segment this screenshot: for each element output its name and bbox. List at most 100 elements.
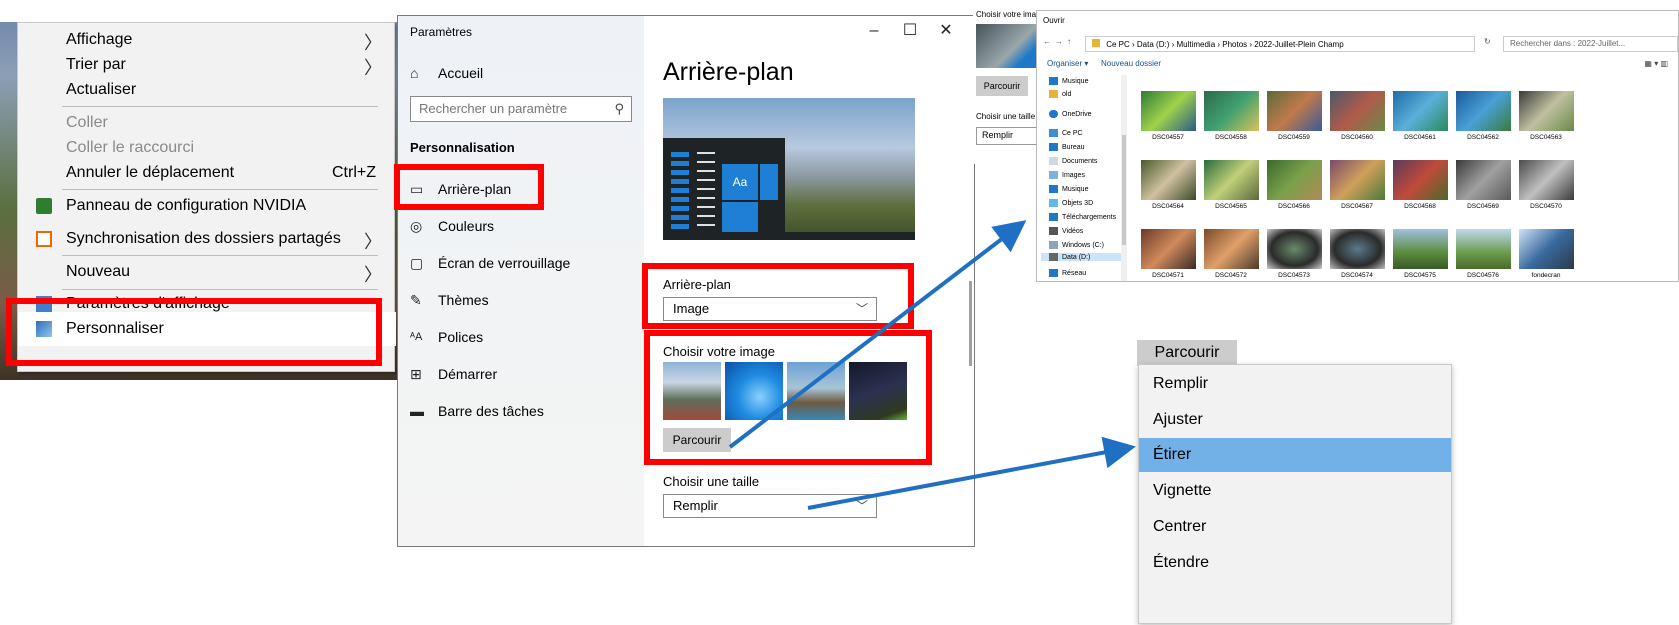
photo-thumbnail[interactable] [1456, 229, 1511, 269]
menu-item-annuler-deplacement[interactable]: Annuler le déplacement Ctrl+Z [18, 156, 396, 190]
photo-thumbnail[interactable] [1393, 160, 1448, 200]
menu-item-nvidia[interactable]: Panneau de configuration NVIDIA [18, 189, 396, 223]
nav-polices[interactable]: ᴬA Polices [410, 320, 640, 354]
minimize-button[interactable]: – [856, 22, 892, 40]
tree-item[interactable]: Windows (C:) [1049, 241, 1104, 249]
option-etendre[interactable]: Étendre [1139, 546, 1451, 580]
photo-thumbnail[interactable] [1141, 229, 1196, 269]
address-bar[interactable]: Ce PC › Data (D:) › Multimedia › Photos … [1085, 36, 1475, 52]
photo-thumbnail[interactable] [1204, 160, 1259, 200]
photo-thumbnail[interactable] [1330, 160, 1385, 200]
photo-thumbnail[interactable] [1267, 91, 1322, 131]
tree-item[interactable]: Objets 3D [1049, 199, 1093, 207]
settings-window-partial: Choisir votre ima Parcourir Choisir une … [973, 4, 1039, 164]
menu-item-nouveau[interactable]: Nouveau 〉 [18, 255, 396, 289]
tree-item[interactable]: Réseau [1049, 269, 1086, 277]
preview-taskbar [663, 232, 915, 240]
path-segment[interactable]: Photos [1222, 40, 1247, 49]
file-name: DSC04563 [1530, 134, 1562, 141]
mini-choose-image-label: Choisir votre ima [976, 10, 1037, 19]
maximize-button[interactable]: ☐ [892, 20, 928, 40]
tree-item[interactable]: Ce PC [1049, 129, 1083, 137]
tree-item[interactable]: Documents [1049, 157, 1097, 165]
file-name: DSC04575 [1404, 272, 1436, 279]
photo-thumbnail[interactable] [1141, 160, 1196, 200]
drive-icon [1049, 253, 1058, 261]
photo-thumbnail[interactable] [1456, 160, 1511, 200]
nav-demarrer[interactable]: ⊞ Démarrer [410, 357, 640, 391]
file-name: DSC04570 [1530, 203, 1562, 210]
option-ajuster[interactable]: Ajuster [1139, 403, 1451, 437]
photo-thumbnail[interactable] [1267, 160, 1322, 200]
nav-ecran-verrouillage[interactable]: ▢ Écran de verrouillage [410, 246, 640, 280]
mini-browse-button[interactable]: Parcourir [976, 76, 1028, 96]
explorer-search-input[interactable]: Rechercher dans : 2022-Juillet... [1503, 36, 1678, 52]
option-vignette[interactable]: Vignette [1139, 474, 1451, 508]
photo-thumbnail[interactable] [1519, 91, 1574, 131]
option-remplir[interactable]: Remplir [1139, 367, 1451, 401]
nav-arrows-icon[interactable]: ←→↑ [1043, 37, 1075, 46]
path-segment[interactable]: Ce PC [1106, 40, 1130, 49]
refresh-icon[interactable]: ↻ [1484, 37, 1491, 46]
tree-item[interactable]: Bureau [1049, 143, 1085, 151]
photo-thumbnail[interactable] [1519, 229, 1574, 269]
3d-objects-icon [1049, 199, 1058, 207]
option-etirer[interactable]: Étirer [1139, 438, 1451, 472]
submenu-arrow-icon: 〉 [364, 232, 382, 252]
photo-thumbnail[interactable] [1204, 91, 1259, 131]
photo-thumbnail[interactable] [1519, 160, 1574, 200]
downloads-icon [1049, 213, 1058, 221]
window-controls: – ☐ ✕ [856, 20, 964, 40]
photo-thumbnail[interactable] [1267, 229, 1322, 269]
nav-barre-taches[interactable]: ▬ Barre des tâches [410, 394, 640, 428]
size-dropdown[interactable]: Remplir ﹀ [663, 494, 877, 518]
view-options-icon[interactable]: ▦ ▾ ▥ [1644, 59, 1668, 68]
option-centrer[interactable]: Centrer [1139, 510, 1451, 544]
tree-item[interactable]: OneDrive [1049, 110, 1092, 118]
new-folder-button[interactable]: Nouveau dossier [1101, 59, 1161, 68]
tree-item[interactable]: Téléchargements [1049, 213, 1116, 221]
organize-button[interactable]: Organiser ▾ [1047, 59, 1088, 68]
file-name: fondecran [1531, 272, 1561, 279]
nav-couleurs[interactable]: ◎ Couleurs [410, 209, 640, 243]
photo-thumbnail[interactable] [1456, 91, 1511, 131]
content-scrollbar[interactable] [969, 281, 972, 366]
menu-item-label: Nouveau [66, 263, 131, 280]
file-name: DSC04557 [1152, 134, 1184, 141]
browse-button-partial[interactable]: Parcourir [1137, 340, 1237, 366]
menu-item-label: Trier par [66, 56, 126, 73]
tree-scrollbar-thumb[interactable] [1122, 135, 1126, 245]
path-segment[interactable]: Data (D:) [1137, 40, 1169, 49]
tree-item[interactable]: Musique [1049, 77, 1088, 85]
address-bar-row: ←→↑ Ce PC › Data (D:) › Multimedia › Pho… [1037, 33, 1678, 55]
menu-item-actualiser[interactable]: Actualiser [18, 73, 396, 107]
tree-item[interactable]: old [1049, 90, 1071, 98]
photo-thumbnail[interactable] [1141, 91, 1196, 131]
file-name: DSC04567 [1341, 203, 1373, 210]
photo-thumbnail[interactable] [1393, 229, 1448, 269]
file-name: DSC04560 [1341, 134, 1373, 141]
photo-thumbnail[interactable] [1204, 229, 1259, 269]
photo-thumbnail[interactable] [1393, 91, 1448, 131]
tree-item[interactable]: Images [1049, 171, 1085, 179]
photo-thumbnail[interactable] [1330, 229, 1385, 269]
tree-item-selected[interactable]: Data (D:) [1041, 253, 1121, 261]
nav-label: Barre des tâches [438, 403, 544, 419]
path-segment[interactable]: 2022-Juillet-Plein Champ [1254, 40, 1343, 49]
close-button[interactable]: ✕ [928, 20, 964, 40]
mini-size-dropdown[interactable]: Remplir [976, 127, 1038, 145]
font-icon: ᴬA [410, 331, 423, 343]
nav-label: Écran de verrouillage [438, 255, 571, 271]
tree-item[interactable]: Musique [1049, 185, 1088, 193]
preview-tile-small [760, 164, 778, 200]
file-name: DSC04559 [1278, 134, 1310, 141]
nav-themes[interactable]: ✎ Thèmes [410, 283, 640, 317]
photo-thumbnail[interactable] [1330, 91, 1385, 131]
nav-home[interactable]: ⌂ Accueil [410, 56, 640, 90]
menu-item-sync-folders[interactable]: Synchronisation des dossiers partagés 〉 [18, 222, 396, 256]
path-segment[interactable]: Multimedia [1176, 40, 1215, 49]
settings-search-input[interactable]: Rechercher un paramètre ⚲ [410, 96, 632, 122]
file-name: DSC04564 [1152, 203, 1184, 210]
file-name: DSC04569 [1467, 203, 1499, 210]
tree-item[interactable]: Vidéos [1049, 227, 1083, 235]
